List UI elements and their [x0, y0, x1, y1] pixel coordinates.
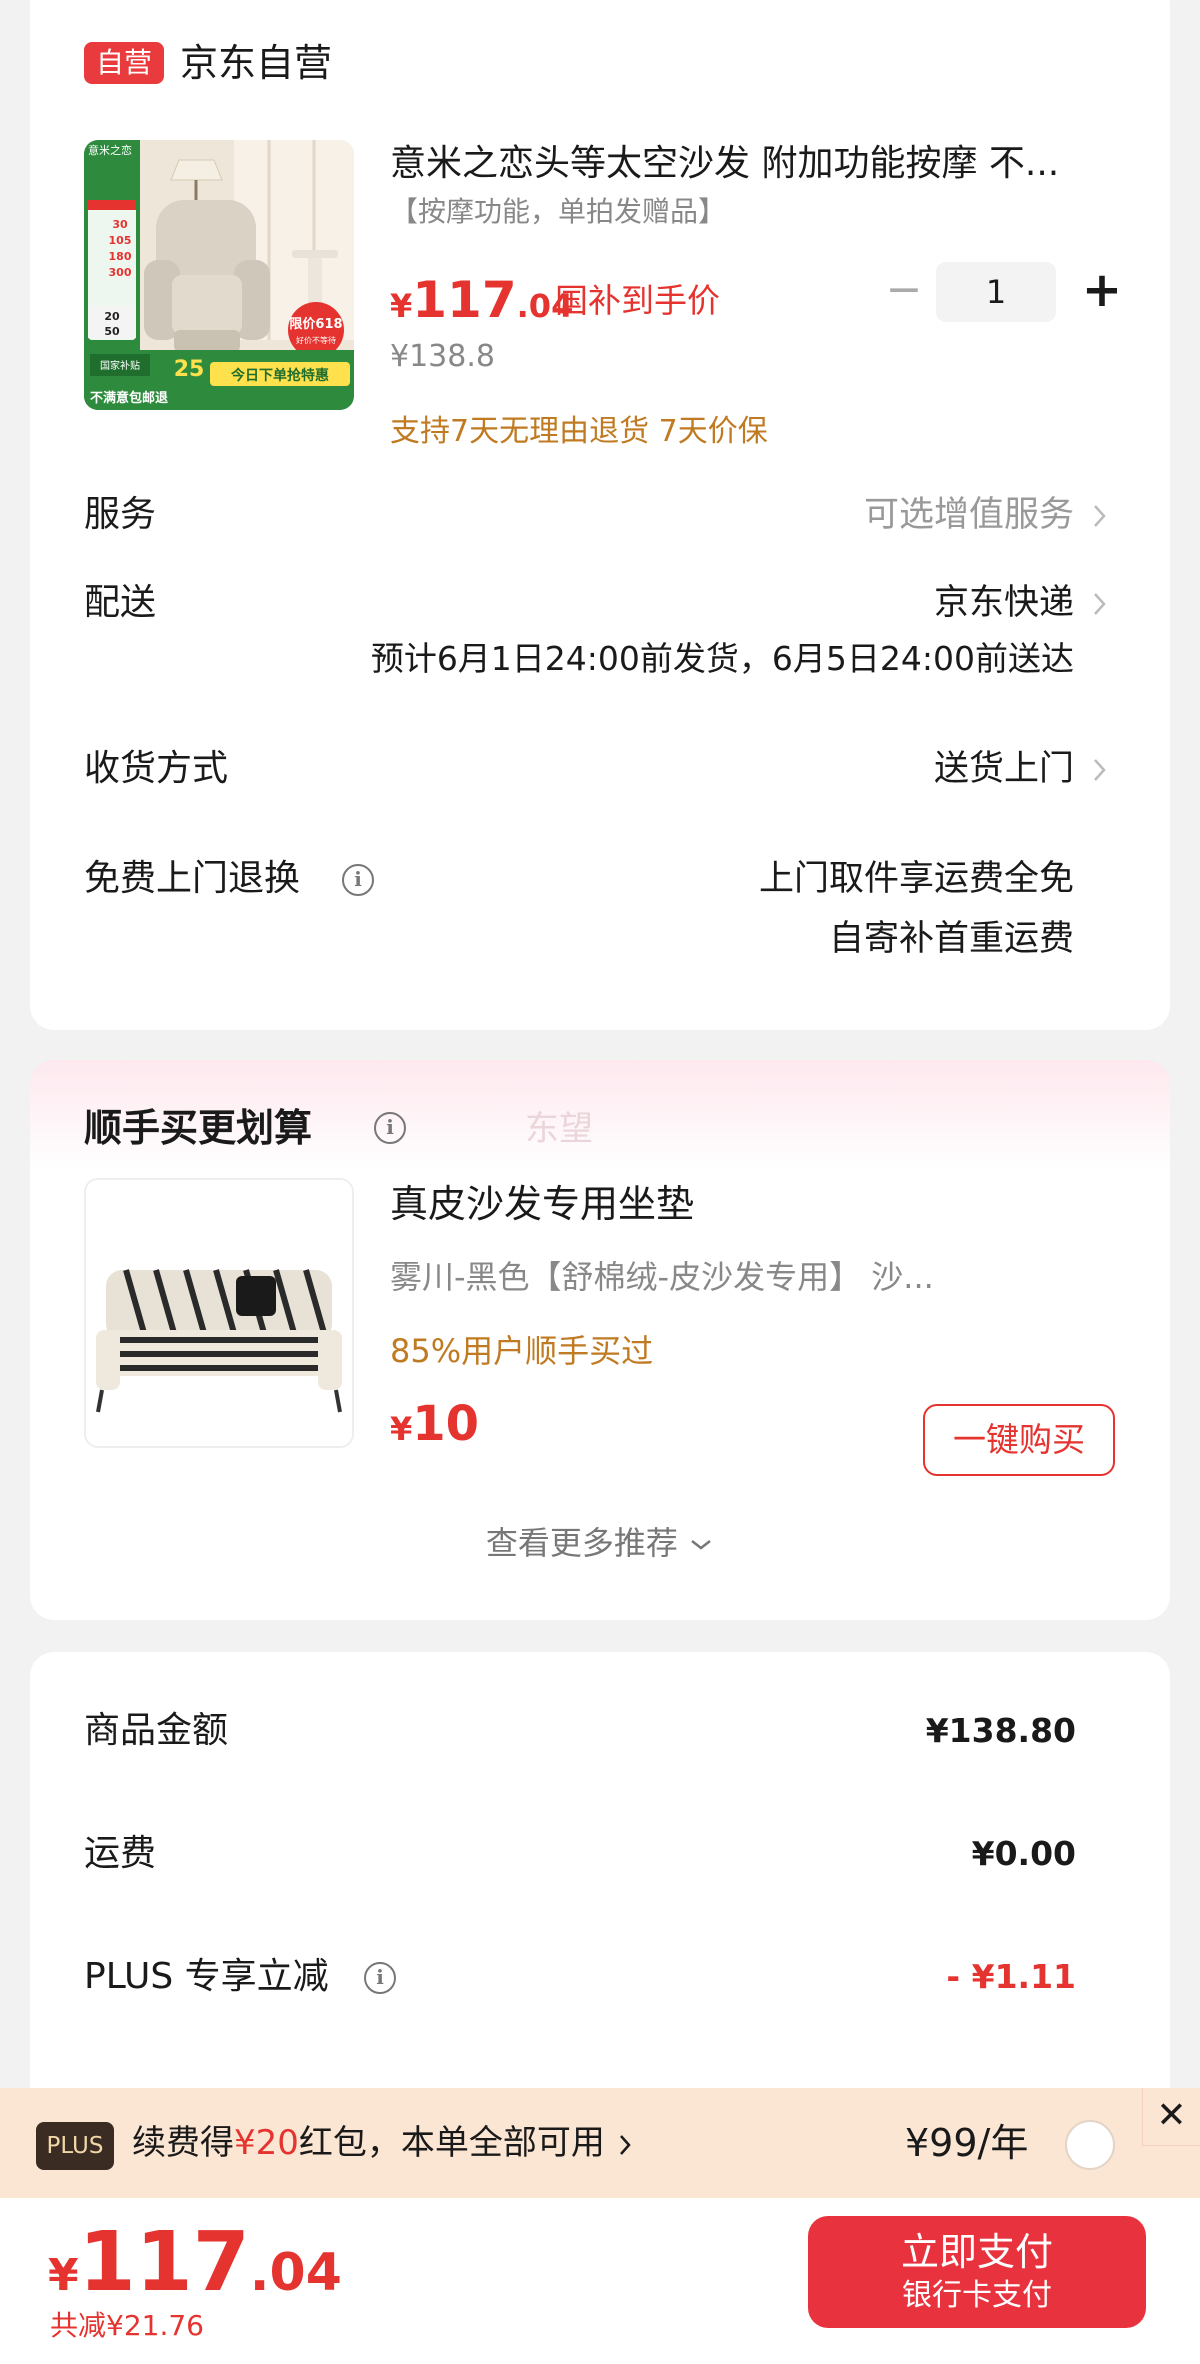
service-label: 服务 [84, 494, 157, 535]
thumb-plus-coupon-2: 50 [104, 325, 120, 338]
one-click-buy-button[interactable]: 一键购买 [923, 1404, 1115, 1476]
cushion-sofa-graphic [86, 1180, 352, 1446]
thumb-coupon-1: 30 [112, 218, 128, 231]
price-integer: 117 [412, 271, 517, 329]
delivery-chevron-icon[interactable] [1090, 589, 1110, 619]
recommend-item-title[interactable]: 真皮沙发专用坐垫 [390, 1178, 694, 1230]
free-return-label: 免费上门退换 [84, 858, 301, 899]
plus-renewal-text[interactable]: 续费得¥20红包，本单全部可用 [132, 2118, 636, 2168]
thumb-promo-label: 限价618 [289, 317, 342, 332]
store-name[interactable]: 京东自营 [180, 38, 332, 88]
original-price: ¥138.8 [390, 339, 495, 374]
pay-now-button[interactable]: 立即支付 银行卡支付 [808, 2216, 1146, 2328]
price-currency: ¥ [390, 287, 413, 325]
close-icon[interactable]: ✕ [1142, 2088, 1200, 2146]
rec-price-currency: ¥ [390, 1410, 413, 1448]
product-thumbnail-graphic: 30 105 180 300 20 50 意米之恋 限价618 好价不等待 国家… [84, 140, 354, 410]
goods-amount-value: ¥138.80 [925, 1711, 1076, 1750]
receive-chevron-icon[interactable] [1090, 755, 1110, 785]
delivery-eta: 预计6月1日24:00前发货，6月5日24:00前送达 [370, 639, 1074, 678]
total-discount[interactable]: 共减¥21.76 [50, 2306, 204, 2346]
shipping-value: ¥0.00 [971, 1834, 1076, 1873]
thumb-coupon-4: 300 [109, 266, 132, 279]
thumb-guarantee: 不满意包邮退 [90, 390, 168, 406]
recommend-info-icon[interactable]: i [374, 1112, 406, 1144]
free-return-line1: 上门取件享运费全免 [758, 859, 1074, 899]
pay-method-label: 银行卡支付 [902, 2278, 1052, 2313]
product-price: ¥117.04 [390, 270, 573, 342]
total-integer: 117 [78, 2215, 250, 2310]
plus-discount-value: - ¥1.11 [946, 1957, 1076, 1996]
plus-annual-price: ¥99/年 [905, 2121, 1029, 2165]
quantity-increase-button[interactable]: + [1078, 264, 1126, 316]
more-recommendations-link[interactable]: 查看更多推荐 [30, 1520, 1170, 1566]
total-currency: ¥ [48, 2250, 79, 2301]
quantity-decrease-button[interactable]: − [880, 268, 928, 316]
service-value[interactable]: 可选增值服务 [864, 490, 1074, 540]
thumb-gov-subsidy: 国家补贴 [100, 359, 140, 372]
recommend-title: 顺手买更划算 [84, 1106, 313, 1150]
delivery-value[interactable]: 京东快递 [934, 578, 1074, 628]
recommend-item-image[interactable] [84, 1178, 354, 1448]
receive-method-label: 收货方式 [84, 748, 229, 789]
plus-select-radio[interactable] [1065, 2120, 1115, 2170]
chevron-down-icon [691, 1540, 711, 1550]
plus-badge: PLUS [36, 2122, 114, 2170]
free-return-info-icon[interactable]: i [342, 864, 374, 896]
plus-discount-label: PLUS 专享立减 [84, 1956, 329, 1997]
quantity-input[interactable]: 1 [936, 262, 1056, 322]
plus-text-a: 续费得 [132, 2123, 234, 2163]
thumb-coupon-3: 180 [109, 250, 132, 263]
shipping-label: 运费 [84, 1833, 157, 1874]
thumb-brand: 意米之恋 [88, 143, 132, 157]
order-item-card: 自营 京东自营 30 105 180 300 20 50 意米之恋 限价618 … [30, 0, 1170, 1030]
free-return-line2: 自寄补首重运费 [828, 919, 1074, 959]
goods-amount-label: 商品金额 [84, 1710, 229, 1751]
total-decimal: .04 [249, 2243, 342, 2303]
recommend-card: 顺手买更划算 i 东望 真皮沙发专用坐垫 雾川-黑色【舒棉绒-皮沙发专用】 沙.… [30, 1060, 1170, 1620]
plus-text-highlight: ¥20 [234, 2123, 299, 2163]
thumb-coupon-2: 105 [109, 234, 132, 247]
product-title[interactable]: 意米之恋头等太空沙发 附加功能按摩 不... [390, 140, 1150, 188]
receive-method-value[interactable]: 送货上门 [934, 744, 1074, 794]
rec-price-value: 10 [412, 1396, 480, 1452]
service-chevron-icon[interactable] [1090, 501, 1110, 531]
product-spec[interactable]: 【按摩功能，单拍发赠品】 [390, 192, 726, 232]
delivery-label: 配送 [84, 582, 157, 623]
recommend-item-stat: 85%用户顺手买过 [390, 1332, 654, 1370]
thumb-promo-sub: 好价不等待 [296, 335, 336, 345]
plus-text-b: 红包，本单全部可用 [298, 2123, 605, 2163]
checkout-bar: ¥117.04 共减¥21.76 立即支付 银行卡支付 [0, 2198, 1200, 2364]
price-tag-label: 国补到手价 [555, 281, 720, 320]
more-recommendations-label: 查看更多推荐 [485, 1524, 678, 1562]
plus-renewal-banner[interactable]: PLUS 续费得¥20红包，本单全部可用 ¥99/年 ✕ [0, 2088, 1200, 2198]
return-guarantee: 支持7天无理由退货 7天价保 [390, 414, 768, 449]
recommend-item-spec[interactable]: 雾川-黑色【舒棉绒-皮沙发专用】 沙... [390, 1254, 1040, 1300]
plus-discount-info-icon[interactable]: i [364, 1962, 396, 1994]
thumb-subsidy-value: 25 [174, 357, 205, 382]
self-operated-badge: 自营 [84, 42, 164, 84]
pay-now-label: 立即支付 [900, 2230, 1053, 2274]
watermark: 东望 [525, 1109, 593, 1149]
thumb-plus-coupon-1: 20 [104, 310, 120, 323]
chevron-right-icon [619, 2134, 631, 2155]
thumb-banner-text: 今日下单抢特惠 [230, 367, 329, 384]
recommend-item-price: ¥10 [390, 1395, 479, 1464]
product-image[interactable]: 30 105 180 300 20 50 意米之恋 限价618 好价不等待 国家… [84, 140, 354, 410]
